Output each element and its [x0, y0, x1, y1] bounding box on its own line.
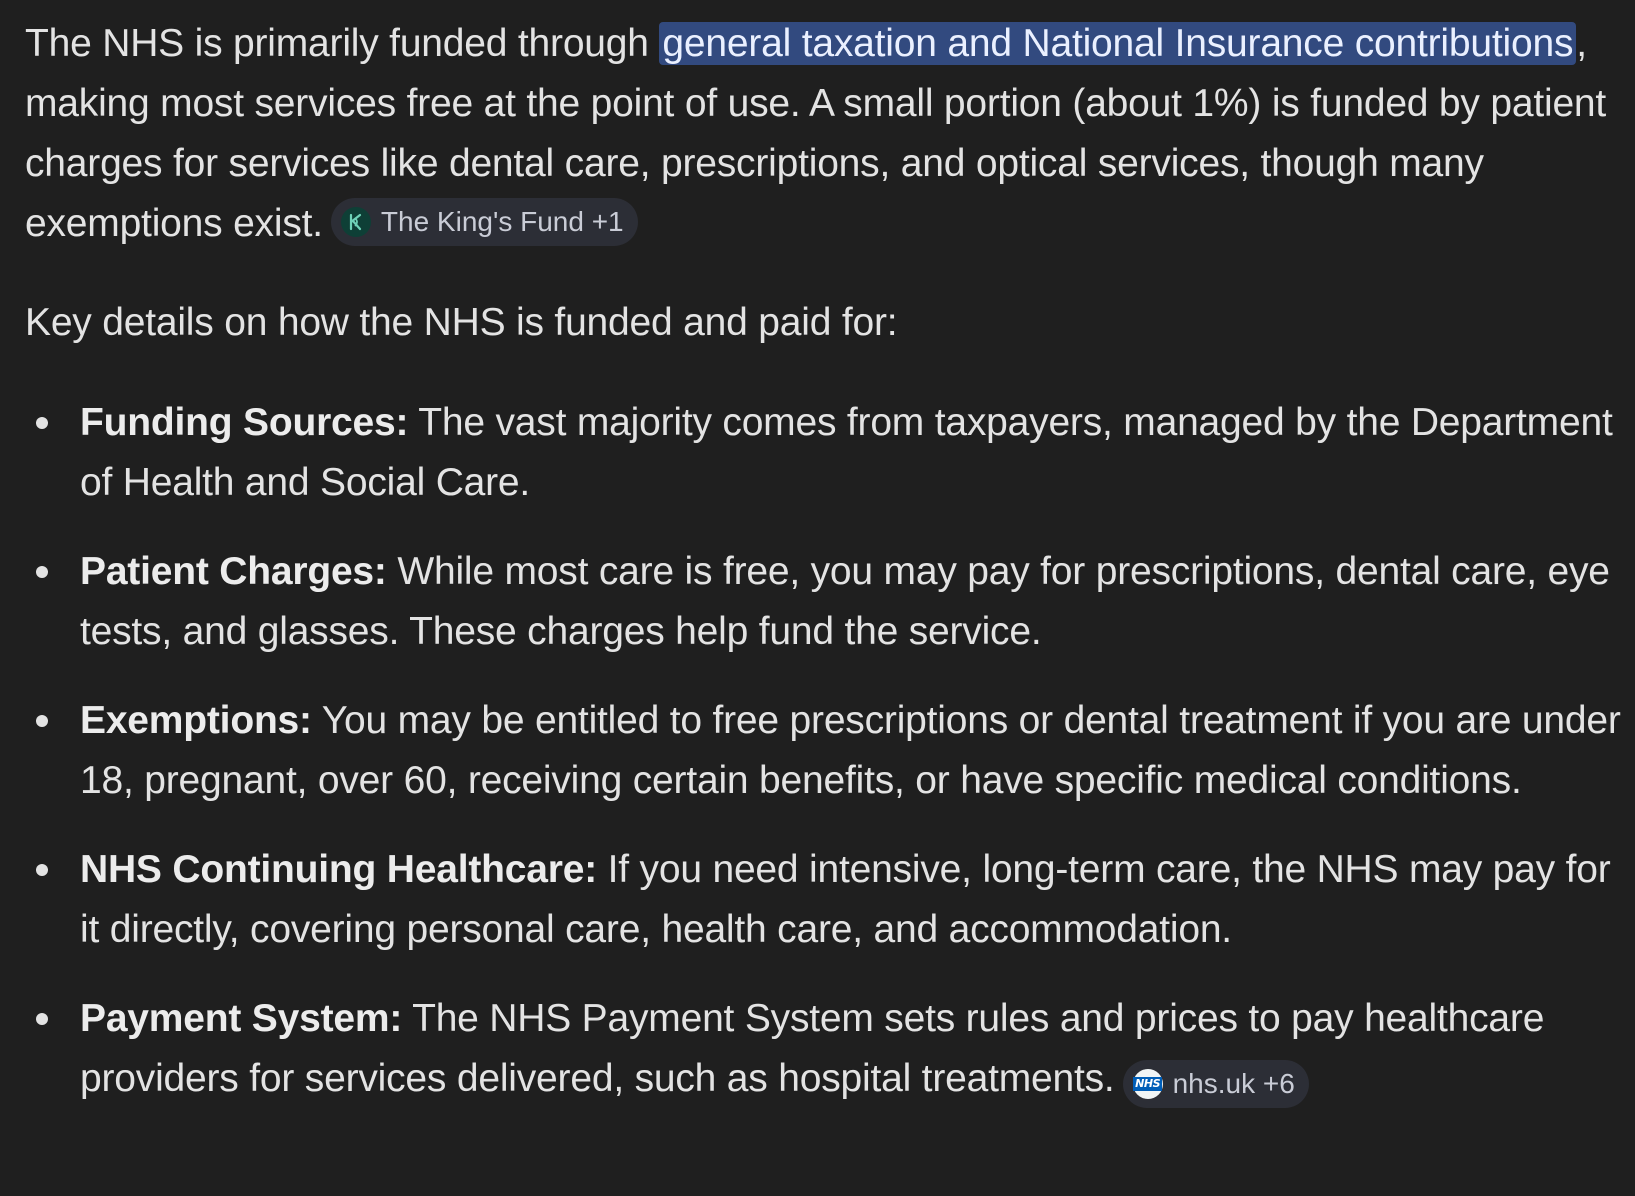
- intro-paragraph: The NHS is primarily funded through gene…: [25, 14, 1625, 254]
- citation-label: The King's Fund +1: [380, 206, 624, 237]
- bullet-icon: [36, 864, 48, 876]
- response-body: The NHS is primarily funded through gene…: [25, 14, 1625, 1138]
- item-title: NHS Continuing Healthcare:: [80, 848, 597, 891]
- kings-fund-logo-icon: [340, 207, 371, 237]
- bullet-icon: [36, 417, 48, 429]
- nhs-logo-icon: NHS: [1132, 1069, 1163, 1099]
- details-list: Funding Sources: The vast majority comes…: [25, 393, 1625, 1109]
- list-item-exemptions: Exemptions: You may be entitled to free …: [25, 691, 1625, 811]
- intro-text-before: The NHS is primarily funded through: [25, 22, 660, 65]
- lead-sentence: Key details on how the NHS is funded and…: [25, 301, 898, 344]
- citation-label: nhs.uk +6: [1172, 1068, 1295, 1099]
- nhs-logo-text: NHS: [1133, 1077, 1162, 1091]
- bullet-icon: [36, 566, 48, 578]
- list-item-payment-system: Payment System: The NHS Payment System s…: [25, 989, 1625, 1109]
- bullet-icon: [36, 715, 48, 727]
- citation-chip-kings-fund[interactable]: The King's Fund +1: [330, 198, 638, 246]
- item-title: Exemptions:: [80, 699, 312, 742]
- citation-chip-nhs[interactable]: NHS nhs.uk +6: [1122, 1060, 1309, 1108]
- bullet-icon: [36, 1013, 48, 1025]
- item-title: Funding Sources:: [80, 401, 409, 444]
- list-item-patient-charges: Patient Charges: While most care is free…: [25, 542, 1625, 662]
- list-item-funding-sources: Funding Sources: The vast majority comes…: [25, 393, 1625, 513]
- highlighted-text[interactable]: general taxation and National Insurance …: [659, 22, 1577, 65]
- item-text: You may be entitled to free prescription…: [80, 699, 1621, 802]
- list-item-continuing-healthcare: NHS Continuing Healthcare: If you need i…: [25, 840, 1625, 960]
- item-title: Patient Charges:: [80, 550, 387, 593]
- item-title: Payment System:: [80, 997, 403, 1040]
